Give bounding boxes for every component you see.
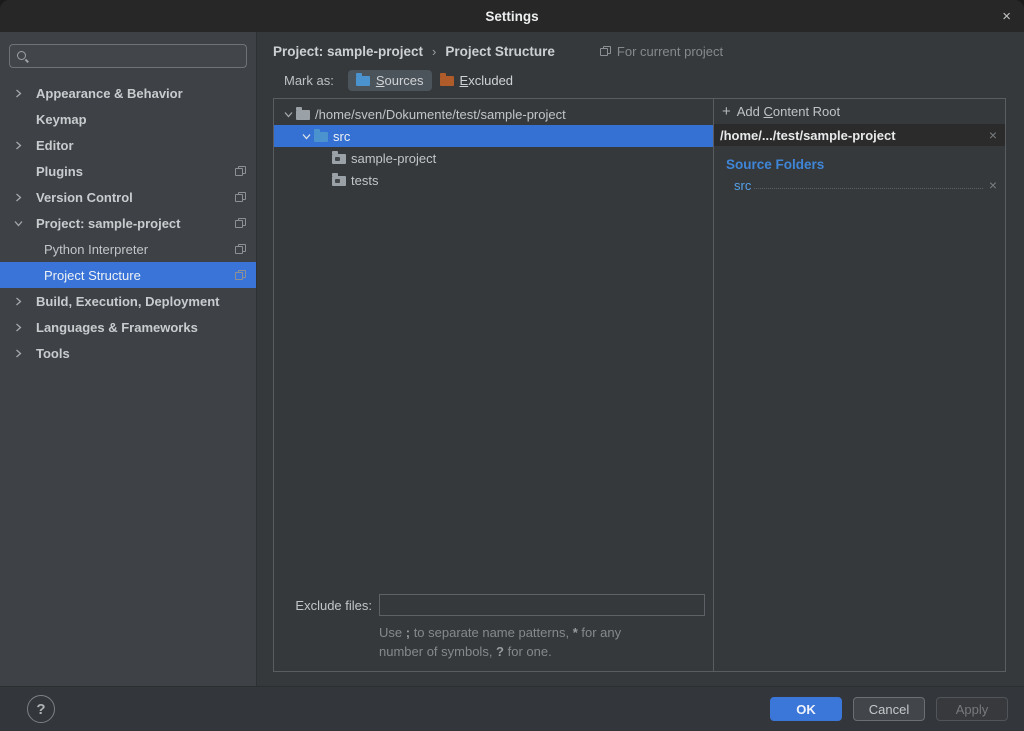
- per-project-settings-icon: [235, 166, 246, 176]
- sidebar-item-editor[interactable]: Editor: [0, 132, 256, 158]
- breadcrumb-separator-icon: ›: [432, 44, 436, 59]
- exclude-files-section: Exclude files: Use ; to separate name pa…: [274, 594, 713, 671]
- tree-row-tests[interactable]: tests: [274, 169, 713, 191]
- chevron-right-icon[interactable]: [14, 297, 36, 306]
- scope-note: For current project: [600, 44, 723, 59]
- tree-row-root[interactable]: /home/sven/Dokumente/test/sample-project: [274, 103, 713, 125]
- cancel-button[interactable]: Cancel: [853, 697, 925, 721]
- content-root-tree-pane: /home/sven/Dokumente/test/sample-project…: [274, 99, 713, 671]
- help-button[interactable]: ?: [27, 695, 55, 723]
- sidebar-item-languages-frameworks[interactable]: Languages & Frameworks: [0, 314, 256, 340]
- breadcrumb-project[interactable]: Project: sample-project: [273, 44, 423, 59]
- exclude-files-input[interactable]: [379, 594, 705, 616]
- add-content-root-button[interactable]: + Add Content Root: [714, 99, 1005, 124]
- dialog-title: Settings: [485, 9, 538, 24]
- content-root-item[interactable]: /home/.../test/sample-project ×: [714, 124, 1005, 146]
- remove-content-root-icon[interactable]: ×: [989, 128, 997, 142]
- chevron-down-icon[interactable]: [280, 110, 296, 119]
- chevron-right-icon[interactable]: [14, 323, 36, 332]
- directory-tree: /home/sven/Dokumente/test/sample-project…: [274, 99, 713, 191]
- per-project-settings-icon: [235, 270, 246, 280]
- per-project-settings-icon: [235, 244, 246, 254]
- content-root-path: /home/.../test/sample-project: [720, 128, 989, 143]
- ok-button[interactable]: OK: [770, 697, 842, 721]
- sidebar-item-python-interpreter[interactable]: Python Interpreter: [0, 236, 256, 262]
- folder-icon: [296, 110, 310, 120]
- exclude-files-hint: Use ; to separate name patterns, * for a…: [379, 623, 705, 661]
- plus-icon: +: [722, 104, 731, 119]
- sidebar-item-keymap[interactable]: Keymap: [0, 106, 256, 132]
- dialog-footer: ? OK Cancel Apply: [0, 686, 1024, 731]
- per-project-settings-icon: [235, 192, 246, 202]
- mark-as-label: Mark as:: [284, 73, 334, 88]
- remove-source-folder-icon[interactable]: ×: [989, 178, 997, 192]
- mark-excluded-button[interactable]: Excluded: [432, 70, 521, 91]
- project-structure-panel: /home/sven/Dokumente/test/sample-project…: [273, 98, 1006, 672]
- breadcrumb-page: Project Structure: [445, 44, 555, 59]
- sidebar-item-plugins[interactable]: Plugins: [0, 158, 256, 184]
- source-folder-link[interactable]: src: [734, 178, 751, 193]
- settings-sidebar: Appearance & Behavior Keymap Editor Plug…: [0, 32, 257, 686]
- sidebar-item-appearance-behavior[interactable]: Appearance & Behavior: [0, 80, 256, 106]
- search-input[interactable]: [34, 48, 240, 65]
- tree-row-sample-project[interactable]: sample-project: [274, 147, 713, 169]
- settings-content: Project: sample-project › Project Struct…: [257, 32, 1024, 686]
- sidebar-item-tools[interactable]: Tools: [0, 340, 256, 366]
- mark-as-toolbar: Mark as: Sources Excluded: [284, 64, 1006, 96]
- source-folders-title: Source Folders: [726, 157, 1005, 172]
- dotted-leader: [754, 188, 982, 189]
- chevron-down-icon[interactable]: [14, 219, 36, 228]
- content-roots-pane: + Add Content Root /home/.../test/sample…: [713, 99, 1005, 671]
- per-project-settings-icon: [235, 218, 246, 228]
- source-folder-item[interactable]: src ×: [734, 175, 997, 195]
- apply-button[interactable]: Apply: [936, 697, 1008, 721]
- source-folder-icon: [356, 76, 370, 86]
- sidebar-item-build-execution-deployment[interactable]: Build, Execution, Deployment: [0, 288, 256, 314]
- sidebar-item-version-control[interactable]: Version Control: [0, 184, 256, 210]
- mark-sources-button[interactable]: Sources: [348, 70, 432, 91]
- source-folder-icon: [314, 132, 328, 142]
- title-bar: Settings ×: [0, 0, 1024, 32]
- sidebar-item-project[interactable]: Project: sample-project: [0, 210, 256, 236]
- per-project-settings-icon: [600, 46, 611, 56]
- exclude-files-label: Exclude files:: [284, 598, 372, 613]
- breadcrumb: Project: sample-project › Project Struct…: [273, 38, 1006, 64]
- sidebar-item-project-structure[interactable]: Project Structure: [0, 262, 256, 288]
- chevron-down-icon[interactable]: [298, 132, 314, 141]
- chevron-right-icon[interactable]: [14, 89, 36, 98]
- chevron-right-icon[interactable]: [14, 193, 36, 202]
- chevron-right-icon[interactable]: [14, 349, 36, 358]
- tree-row-src[interactable]: src: [274, 125, 713, 147]
- settings-nav: Appearance & Behavior Keymap Editor Plug…: [0, 80, 256, 366]
- search-field[interactable]: [9, 44, 247, 68]
- close-icon[interactable]: ×: [998, 0, 1015, 32]
- chevron-right-icon[interactable]: [14, 141, 36, 150]
- settings-dialog: Settings × Appearance & Behavior Keymap: [0, 0, 1024, 731]
- search-icon: [16, 50, 29, 63]
- folder-icon: [332, 154, 346, 164]
- folder-icon: [332, 176, 346, 186]
- excluded-folder-icon: [440, 76, 454, 86]
